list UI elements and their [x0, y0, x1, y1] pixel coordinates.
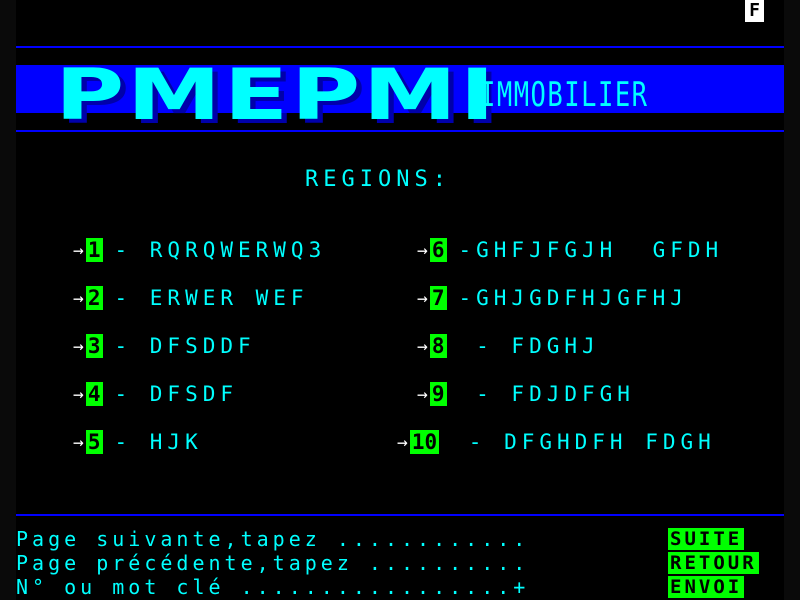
- region-item-6[interactable]: → 6 -GHFJFGJH GFDH: [417, 238, 723, 262]
- region-number: 7: [429, 286, 447, 310]
- retour-key[interactable]: RETOUR: [668, 552, 759, 574]
- region-label: - FDGHJ: [458, 334, 600, 358]
- envoi-key[interactable]: ENVOI: [668, 576, 745, 598]
- arrow-right-icon: →: [417, 287, 428, 309]
- region-label: -GHFJFGJH GFDH: [458, 238, 724, 262]
- arrow-right-icon: →: [417, 383, 428, 405]
- footer-divider: [16, 514, 784, 516]
- region-number: 8: [429, 334, 447, 358]
- region-number: 4: [85, 382, 103, 406]
- region-label: - HJK: [114, 430, 203, 454]
- top-divider: [16, 46, 784, 48]
- region-item-4[interactable]: → 4 - DFSDF: [73, 382, 238, 406]
- left-border: [0, 0, 16, 600]
- regions-title: REGIONS:: [305, 167, 451, 192]
- region-label: - RQRQWERWQ3: [114, 238, 327, 262]
- region-item-5[interactable]: → 5 - HJK: [73, 430, 203, 454]
- region-item-3[interactable]: → 3 - DFSDDF: [73, 334, 256, 358]
- logo-subtitle: IMMOBILIER: [480, 75, 649, 115]
- region-number: 3: [85, 334, 103, 358]
- status-indicator: F: [745, 0, 764, 22]
- region-label: - FDJDFGH: [458, 382, 635, 406]
- arrow-right-icon: →: [73, 383, 84, 405]
- region-label: - DFSDDF: [114, 334, 256, 358]
- arrow-right-icon: →: [73, 287, 84, 309]
- region-item-7[interactable]: → 7 -GHJGDFHJGFHJ: [417, 286, 688, 310]
- right-border: [784, 0, 800, 600]
- arrow-right-icon: →: [417, 239, 428, 261]
- region-item-10[interactable]: → 10 - DFGHDFH FDGH: [397, 430, 716, 454]
- arrow-right-icon: →: [73, 239, 84, 261]
- footer-next-text: Page suivante,tapez ............: [16, 527, 530, 551]
- logo: PMEPMI: [55, 54, 498, 136]
- arrow-right-icon: →: [73, 335, 84, 357]
- region-number: 9: [429, 382, 447, 406]
- arrow-right-icon: →: [417, 335, 428, 357]
- region-item-1[interactable]: → 1 - RQRQWERWQ3: [73, 238, 326, 262]
- region-number: 10: [409, 430, 440, 454]
- region-number: 1: [85, 238, 103, 262]
- region-number: 2: [85, 286, 103, 310]
- region-item-8[interactable]: → 8 - FDGHJ: [417, 334, 600, 358]
- region-label: -GHJGDFHJGFHJ: [458, 286, 688, 310]
- region-item-9[interactable]: → 9 - FDJDFGH: [417, 382, 635, 406]
- arrow-right-icon: →: [73, 431, 84, 453]
- arrow-right-icon: →: [397, 431, 408, 453]
- region-label: - ERWER WEF: [114, 286, 309, 310]
- footer-prev-text: Page précédente,tapez ..........: [16, 551, 530, 575]
- footer-search-text: N° ou mot clé .................+: [16, 575, 530, 599]
- region-number: 6: [429, 238, 447, 262]
- suite-key[interactable]: SUITE: [668, 528, 745, 550]
- region-item-2[interactable]: → 2 - ERWER WEF: [73, 286, 309, 310]
- region-label: - DFGHDFH FDGH: [451, 430, 716, 454]
- region-label: - DFSDF: [114, 382, 239, 406]
- region-number: 5: [85, 430, 103, 454]
